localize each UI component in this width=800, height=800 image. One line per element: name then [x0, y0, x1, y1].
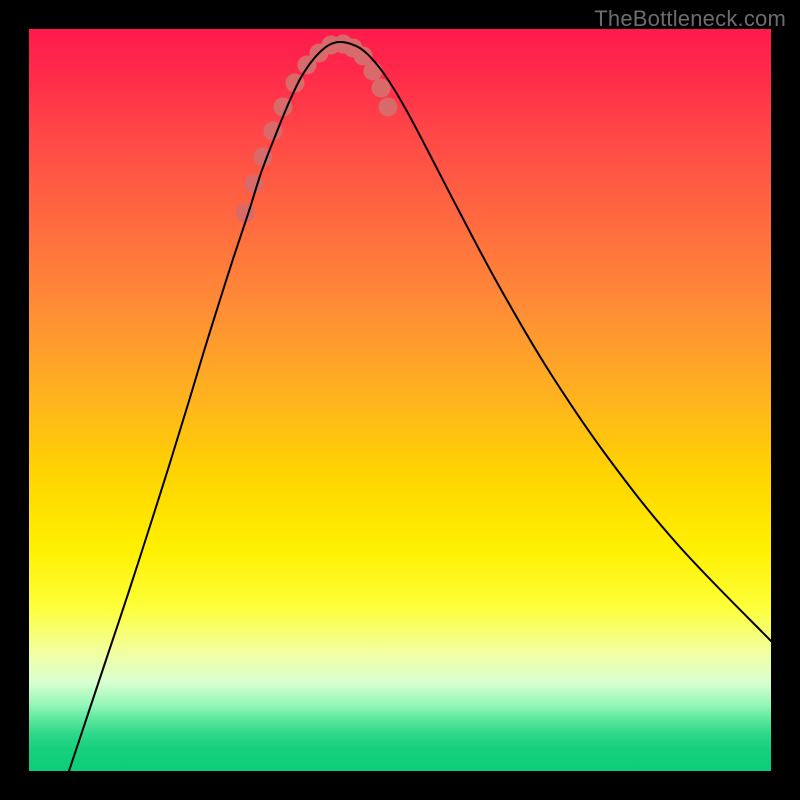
highlight-dots-group: [236, 35, 398, 223]
highlight-dot: [372, 79, 391, 98]
bottleneck-curve: [69, 42, 771, 771]
highlight-dot: [245, 175, 264, 194]
chart-frame: TheBottleneck.com: [0, 0, 800, 800]
plot-area: [29, 29, 771, 771]
highlight-dot: [236, 204, 255, 223]
highlight-dot: [379, 98, 398, 117]
curve-svg: [29, 29, 771, 771]
highlight-dot: [364, 62, 383, 81]
